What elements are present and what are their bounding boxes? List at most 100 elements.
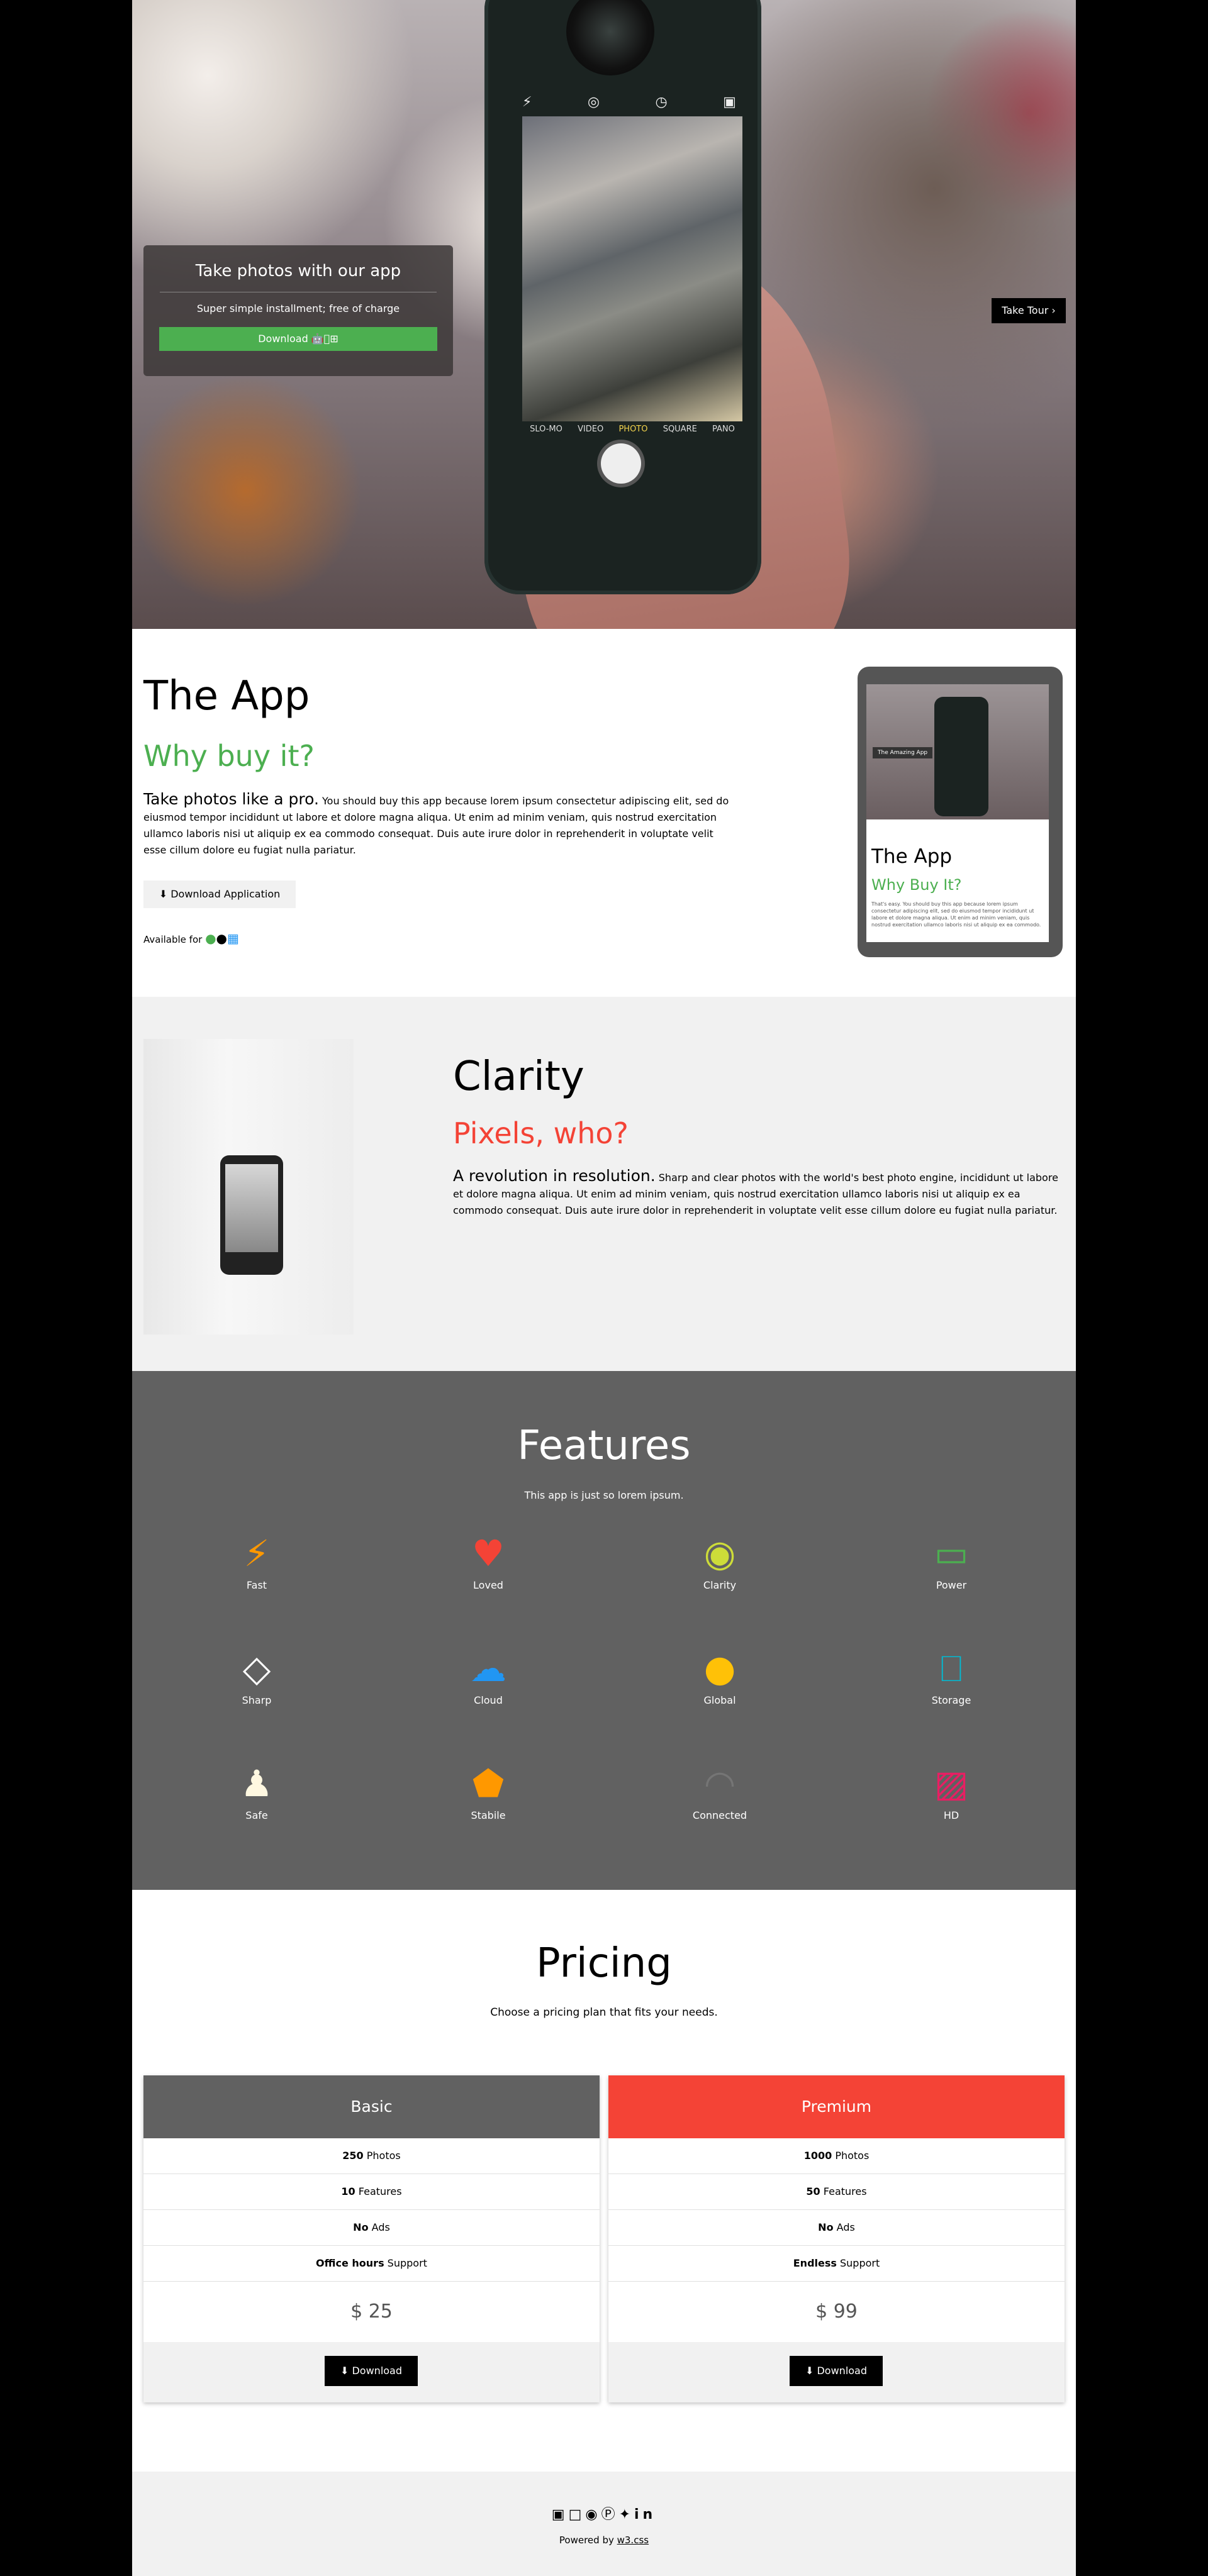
plan-price: $ 99 xyxy=(815,2301,858,2323)
page: ⚡ ◎ ◷ ▣ SLO-MO VIDEO PHOTO SQUARE PANO T… xyxy=(132,0,1076,2576)
tablet-screen: The Amazing App The App Why Buy It? That… xyxy=(866,684,1049,942)
feature-safe: ♟ Safe xyxy=(194,1762,320,1821)
feature-hd: ▨ HD xyxy=(888,1762,1014,1821)
plan-feature: Photos xyxy=(832,2150,870,2162)
plan-name: Basic xyxy=(143,2075,600,2138)
powered-prefix: Powered by xyxy=(559,2534,617,2546)
mode-pano: PANO xyxy=(712,425,735,434)
feature-label: Safe xyxy=(245,1809,268,1821)
feature-label: Loved xyxy=(473,1579,503,1591)
platform-icons: 🤖⊞ xyxy=(311,333,338,345)
flash-icon: ⚡ xyxy=(522,94,532,110)
footer: ▣□◉Ⓟ✦in Powered by w3.css xyxy=(132,2472,1076,2576)
android-icon: ● xyxy=(205,931,216,946)
feature-label: Fast xyxy=(246,1579,267,1591)
globe-icon: ● xyxy=(703,1647,736,1690)
clarity-phone-image xyxy=(220,1155,283,1275)
feature-label: Power xyxy=(936,1579,967,1591)
basic-download-button[interactable]: ⬇ Download xyxy=(325,2356,418,2386)
download-application-button[interactable]: ⬇ Download Application xyxy=(143,880,296,908)
plan-row: Endless Support xyxy=(608,2246,1065,2282)
plan-row: 1000 Photos xyxy=(608,2138,1065,2174)
pinterest-icon[interactable]: Ⓟ xyxy=(601,2507,619,2523)
camera-lens xyxy=(566,0,654,75)
phone-image: ⚡ ◎ ◷ ▣ SLO-MO VIDEO PHOTO SQUARE PANO xyxy=(484,0,761,594)
phone-screen-photo xyxy=(522,116,742,421)
plan-value: 10 xyxy=(341,2185,355,2197)
clarity-description: A revolution in resolution. Sharp and cl… xyxy=(453,1168,1063,1219)
user-icon: ♟ xyxy=(240,1762,273,1805)
plan-feature: Ads xyxy=(368,2221,390,2233)
mode-square: SQUARE xyxy=(663,425,697,434)
cloud-icon: ☁ xyxy=(470,1647,506,1690)
live-icon: ◎ xyxy=(587,94,600,110)
w3css-link[interactable]: w3.css xyxy=(617,2534,649,2546)
hero-download-button[interactable]: Download 🤖⊞ xyxy=(159,327,437,351)
twitter-icon[interactable]: ✦ xyxy=(619,2507,634,2523)
plan-footer: ⬇ Download xyxy=(143,2342,600,2402)
feature-label: Sharp xyxy=(242,1694,272,1706)
app-title: The App xyxy=(143,673,310,719)
plan-footer: ⬇ Download xyxy=(608,2342,1065,2402)
plan-row: 50 Features xyxy=(608,2174,1065,2210)
tablet-hero-image: The Amazing App xyxy=(866,684,1049,819)
premium-download-button[interactable]: ⬇ Download xyxy=(790,2356,883,2386)
plan-value: 1000 xyxy=(803,2150,832,2162)
linkedin-icon[interactable]: in xyxy=(634,2507,656,2523)
plan-feature: Ads xyxy=(833,2221,855,2233)
tablet-subtitle: Why Buy It? xyxy=(871,876,962,894)
feature-storage: ⎕ Storage xyxy=(888,1646,1014,1706)
heart-icon: ♥ xyxy=(472,1532,505,1575)
instagram-icon[interactable]: □ xyxy=(569,2507,586,2523)
available-for: Available for ●●▦ xyxy=(143,931,239,946)
plan-feature: Support xyxy=(836,2257,880,2269)
feature-loved: ♥ Loved xyxy=(425,1531,551,1591)
feature-connected: ◠ Connected xyxy=(657,1762,783,1821)
timer-icon: ◷ xyxy=(655,94,668,110)
camera-modes: SLO-MO VIDEO PHOTO SQUARE PANO xyxy=(522,425,742,443)
plan-value: Endless xyxy=(793,2257,837,2269)
plan-value: No xyxy=(818,2221,834,2233)
feature-label: Clarity xyxy=(703,1579,737,1591)
shutter-button-image xyxy=(601,443,641,484)
plan-feature: Features xyxy=(820,2185,867,2197)
camera-switch-icon: ▣ xyxy=(723,94,736,110)
feature-power: ▭ Power xyxy=(888,1531,1014,1591)
windows-icon: ▦ xyxy=(226,931,239,946)
app-lead: Take photos like a pro. xyxy=(143,790,319,808)
tablet-phone-image xyxy=(934,697,988,816)
plan-basic: Basic 250 Photos 10 Features No Ads Offi… xyxy=(143,2075,600,2402)
tablet-image: The Amazing App The App Why Buy It? That… xyxy=(858,667,1063,957)
plan-row: No Ads xyxy=(143,2210,600,2246)
plan-row: No Ads xyxy=(608,2210,1065,2246)
plan-premium: Premium 1000 Photos 50 Features No Ads E… xyxy=(608,2075,1065,2402)
clarity-subtitle: Pixels, who? xyxy=(453,1116,629,1150)
feature-label: Global xyxy=(703,1694,736,1706)
mode-video: VIDEO xyxy=(578,425,604,434)
image-icon: ▨ xyxy=(934,1762,969,1805)
clarity-image xyxy=(143,1039,354,1335)
tablet-badge: The Amazing App xyxy=(873,747,933,758)
plan-value: 50 xyxy=(806,2185,820,2197)
hero-card-subtitle: Super simple installment; free of charge xyxy=(196,303,400,314)
snapchat-icon[interactable]: ◉ xyxy=(585,2507,601,2523)
social-icons: ▣□◉Ⓟ✦in xyxy=(132,2503,1076,2523)
feature-label: Stabile xyxy=(471,1809,506,1821)
facebook-icon[interactable]: ▣ xyxy=(552,2507,569,2523)
app-description: Take photos like a pro. You should buy t… xyxy=(143,791,735,858)
plan-price: $ 25 xyxy=(350,2301,393,2323)
feature-sharp: ◇ Sharp xyxy=(194,1646,320,1706)
battery-icon: ▭ xyxy=(934,1532,969,1575)
clarity-lead: A revolution in resolution. xyxy=(453,1167,656,1185)
take-tour-button[interactable]: Take Tour › xyxy=(992,298,1066,323)
powered-by: Powered by w3.css xyxy=(132,2534,1076,2546)
clarity-title: Clarity xyxy=(453,1053,584,1100)
hdd-icon: ⎕ xyxy=(940,1647,963,1690)
mode-photo: PHOTO xyxy=(618,425,648,434)
feature-stabile: ⬟ Stabile xyxy=(425,1762,551,1821)
plan-value: 250 xyxy=(342,2150,364,2162)
plan-name: Premium xyxy=(608,2075,1065,2138)
plan-feature: Features xyxy=(355,2185,402,2197)
tablet-title: The App xyxy=(871,845,953,868)
app-subtitle: Why buy it? xyxy=(143,739,315,773)
